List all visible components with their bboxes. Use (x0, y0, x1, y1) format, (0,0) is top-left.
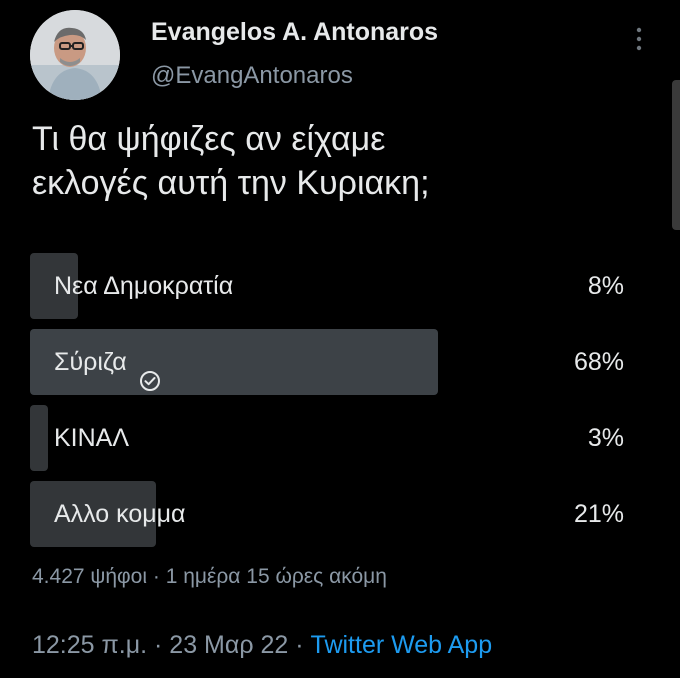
tweet-text-line: εκλογές αυτή την Κυριακη; (32, 164, 430, 202)
poll-option-percent: 21% (573, 500, 624, 528)
poll-option-selected[interactable]: Σύριζα 68% (30, 329, 630, 395)
profile-photo-icon (30, 10, 120, 100)
author-handle[interactable]: @EvangAntonaros (151, 62, 353, 90)
poll-meta: 4.427 ψήφοι · 1 ημέρα 15 ώρες ακόμη (32, 565, 387, 589)
poll-time-left: 1 ημέρα 15 ώρες ακόμη (165, 565, 387, 588)
poll-vote-count: 4.427 ψήφοι (32, 565, 147, 588)
poll-option-label: Σύριζα (54, 329, 161, 395)
poll-option-label: ΚΙΝΑΛ (54, 424, 130, 452)
check-circle-icon (139, 351, 161, 391)
poll-option-label: Αλλο κομμα (54, 500, 186, 528)
tweet-source-link[interactable]: Twitter Web App (311, 631, 493, 659)
tweet-timestamp-row: 12:25 π.μ. · 23 Μαρ 22 · Twitter Web App (32, 631, 492, 660)
separator: · (295, 631, 304, 659)
poll-option[interactable]: Αλλο κομμα 21% (30, 481, 630, 547)
tweet-text-line: Τι θα ψήφιζες αν είχαμε (32, 120, 386, 158)
poll: Νεα Δημοκρατία 8% Σύριζα 68% ΚΙΝΑΛ 3% Αλ… (30, 253, 630, 557)
separator: · (152, 565, 160, 588)
separator: · (154, 631, 163, 659)
scrollbar[interactable] (672, 80, 680, 230)
poll-option[interactable]: ΚΙΝΑΛ 3% (30, 405, 630, 471)
poll-option-label: Νεα Δημοκρατία (54, 272, 234, 300)
avatar[interactable] (30, 10, 120, 100)
poll-option-percent: 8% (587, 272, 624, 300)
poll-bar (30, 405, 48, 471)
poll-option-percent: 3% (587, 424, 624, 452)
tweet-time[interactable]: 12:25 π.μ. (32, 631, 147, 659)
tweet-date[interactable]: 23 Μαρ 22 (169, 631, 288, 659)
poll-option-percent: 68% (573, 348, 624, 376)
tweet-text: Τι θα ψήφιζες αν είχαμε εκλογές αυτή την… (32, 117, 632, 205)
more-vertical-icon[interactable] (629, 24, 649, 54)
author-display-name[interactable]: Evangelos A. Antonaros (151, 18, 438, 47)
poll-option[interactable]: Νεα Δημοκρατία 8% (30, 253, 630, 319)
